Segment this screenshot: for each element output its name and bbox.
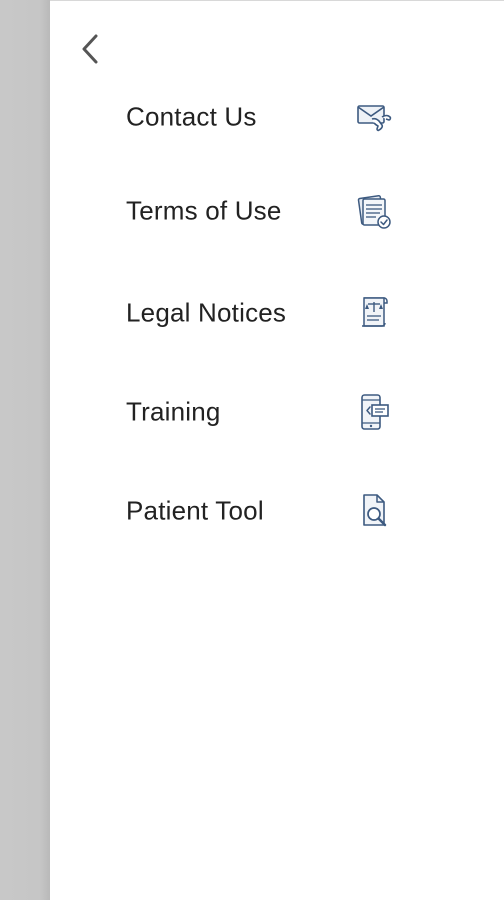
- menu-item-label: Training: [126, 396, 221, 427]
- menu-item-label: Patient Tool: [126, 495, 264, 526]
- menu-item-label: Terms of Use: [126, 195, 282, 226]
- menu-item-label: Legal Notices: [126, 297, 287, 328]
- document-search-icon: [352, 489, 396, 533]
- menu-item-terms-of-use[interactable]: Terms of Use: [126, 183, 416, 239]
- back-button[interactable]: [72, 29, 108, 69]
- documents-check-icon: [352, 189, 396, 233]
- side-menu-drawer: Contact Us Terms of Use Legal Notices Tr…: [50, 1, 504, 900]
- chevron-left-icon: [82, 34, 98, 64]
- screen: Contact Us Terms of Use Legal Notices Tr…: [0, 0, 504, 900]
- envelope-phone-icon: [352, 95, 396, 139]
- menu-item-contact-us[interactable]: Contact Us: [126, 89, 416, 145]
- menu-item-training[interactable]: Training: [126, 384, 416, 440]
- drawer-scrim-overlay[interactable]: [0, 0, 50, 900]
- scroll-scales-icon: [352, 291, 396, 335]
- menu-item-legal-notices[interactable]: Legal Notices: [126, 285, 416, 341]
- mobile-presentation-icon: [352, 390, 396, 434]
- menu-item-patient-tool[interactable]: Patient Tool: [126, 483, 416, 539]
- menu-item-label: Contact Us: [126, 101, 257, 132]
